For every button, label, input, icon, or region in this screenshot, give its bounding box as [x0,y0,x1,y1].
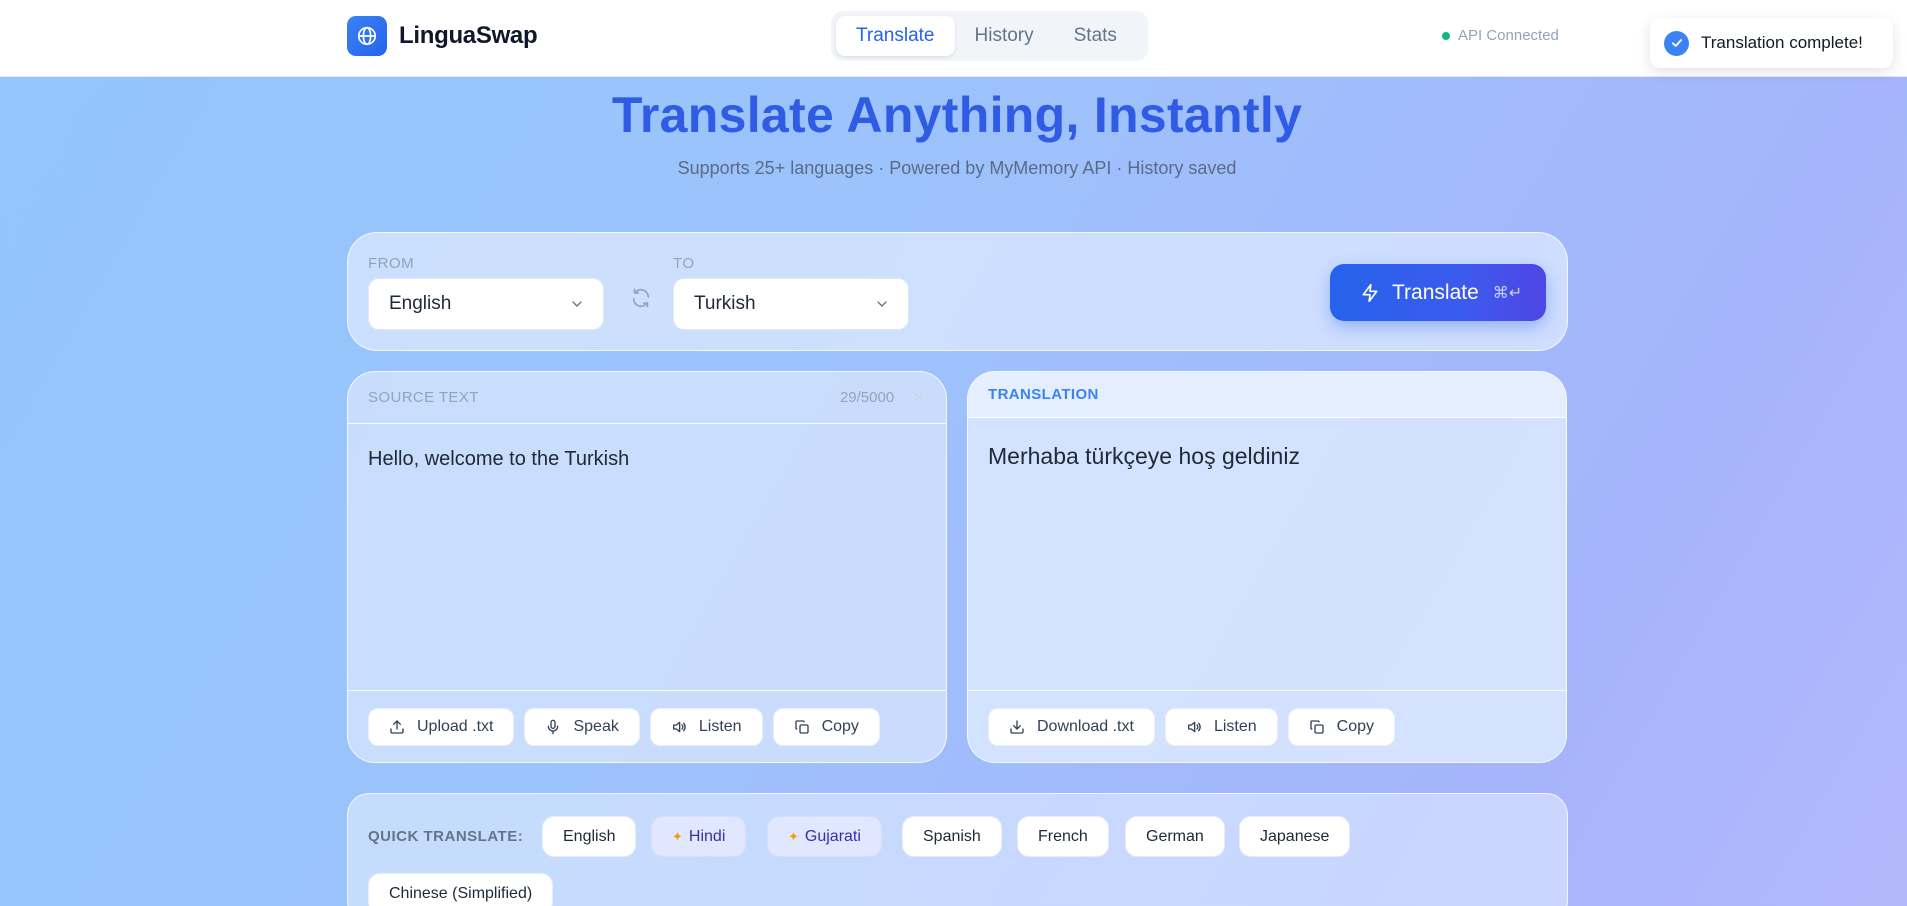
copy-label: Copy [821,717,859,735]
quick-chip-hindi[interactable]: ✦ Hindi [651,816,747,857]
copy-source-button[interactable]: Copy [772,707,880,746]
upload-txt-button[interactable]: Upload .txt [368,707,515,746]
speak-button[interactable]: Speak [524,707,640,746]
api-status-text: API Connected [1458,27,1559,44]
translation-actions: Download .txt Listen Copy [968,690,1566,762]
source-text-input[interactable]: Hello, welcome to the Turkish [368,448,926,471]
quick-chip-spanish[interactable]: Spanish [902,816,1002,857]
swap-languages-button[interactable] [626,283,656,313]
brand[interactable]: LinguaSwap [347,16,538,56]
status-dot-icon [1442,31,1450,40]
clear-icon[interactable]: ✕ [912,388,926,408]
source-panel-title: SOURCE TEXT [368,389,479,406]
listen-source-button[interactable]: Listen [649,707,763,746]
source-panel: SOURCE TEXT 29/5000 ✕ Hello, welcome to … [347,371,947,763]
quick-translate-bar: QUICK TRANSLATE: English ✦ Hindi ✦ Gujar… [347,793,1568,906]
sparkle-icon: ✦ [788,828,799,844]
tab-history[interactable]: History [955,16,1054,56]
speaker-icon [672,721,686,732]
quick-translate-label: QUICK TRANSLATE: [368,828,524,845]
quick-chip-chinese-simplified[interactable]: Chinese (Simplified) [368,873,554,906]
globe-icon [347,16,387,56]
chip-label: Hindi [688,827,726,845]
from-language-select[interactable]: English [368,278,604,330]
toast-message: Translation complete! [1701,33,1863,52]
check-circle-icon [1664,30,1689,56]
brand-name: LinguaSwap [399,22,538,49]
listen-label: Listen [698,717,742,735]
translate-button-label: Translate [1392,280,1479,304]
download-txt-button[interactable]: Download .txt [988,707,1155,746]
speaker-icon [1187,721,1201,732]
copy-translation-button[interactable]: Copy [1287,707,1395,746]
chevron-down-icon [877,301,887,307]
page-subtitle: Supports 25+ languages · Powered by MyMe… [677,158,1237,178]
quick-chip-french[interactable]: French [1017,816,1109,857]
char-count: 29/5000 [839,389,895,406]
to-language-value: Turkish [694,293,756,314]
chevron-down-icon [572,301,582,307]
copy-icon [1309,719,1324,734]
from-label: FROM [368,255,415,272]
download-label: Download .txt [1037,717,1134,735]
quick-chip-gujarati[interactable]: ✦ Gujarati [767,816,882,857]
toast-notification[interactable]: Translation complete! [1650,18,1893,68]
sparkle-icon: ✦ [672,828,683,844]
to-label: TO [673,255,695,272]
source-panel-header: SOURCE TEXT 29/5000 ✕ [348,372,946,424]
page-title: Translate Anything, Instantly [611,87,1303,143]
quick-chip-japanese[interactable]: Japanese [1239,816,1351,857]
main-nav: Translate History Stats [831,11,1148,61]
upload-icon [390,719,404,734]
to-language-select[interactable]: Turkish [673,278,909,330]
lightning-icon [1362,283,1378,302]
from-language-value: English [389,293,452,314]
translation-panel: TRANSLATION Merhaba türkçeye hoş geldini… [967,371,1567,763]
download-icon [1010,719,1024,734]
translate-button[interactable]: Translate ⌘↵ [1330,264,1546,321]
listen-label: Listen [1213,717,1257,735]
translation-panel-header: TRANSLATION [968,372,1566,418]
quick-chip-english[interactable]: English [542,816,637,857]
quick-chip-german[interactable]: German [1125,816,1225,857]
api-status: API Connected [1442,27,1559,44]
microphone-icon [548,719,559,734]
copy-icon [794,719,809,734]
copy-label: Copy [1336,717,1374,735]
source-actions: Upload .txt Speak Listen Copy [348,690,946,762]
top-header: LinguaSwap Translate History Stats API C… [0,0,1907,77]
speak-label: Speak [573,717,619,735]
listen-translation-button[interactable]: Listen [1164,707,1278,746]
swap-icon [632,288,650,308]
translation-output: Merhaba türkçeye hoş geldiniz [988,443,1300,469]
upload-label: Upload .txt [417,717,494,735]
shortcut-hint: ⌘↵ [1492,284,1523,302]
translation-panel-title: TRANSLATION [988,386,1099,403]
chip-label: Gujarati [804,827,861,845]
tab-stats[interactable]: Stats [1054,16,1137,56]
tab-translate[interactable]: Translate [836,16,955,56]
language-controls: FROM English TO Turkish Translate ⌘↵ [347,232,1568,351]
